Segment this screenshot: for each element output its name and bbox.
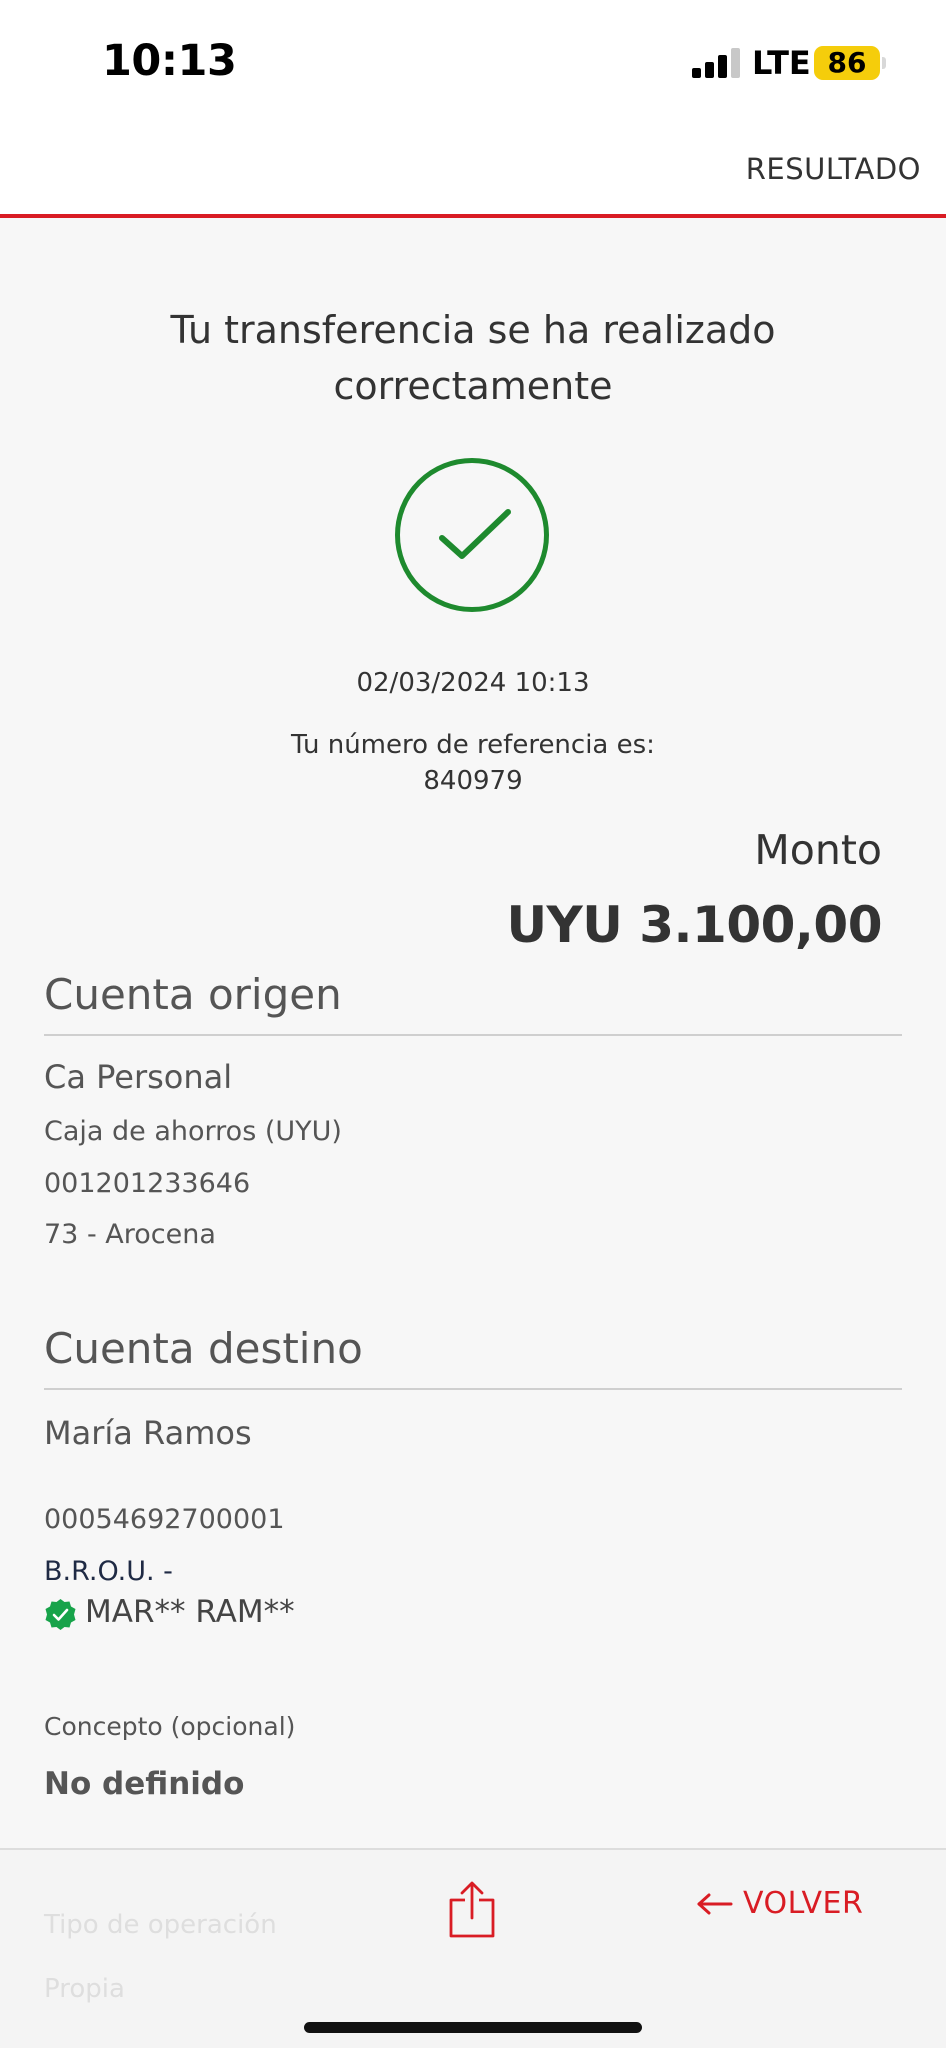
amount-value: UYU 3.100,00 [506,896,882,954]
origin-account-type: Caja de ahorros (UYU) [44,1116,342,1147]
origin-account-name: Ca Personal [44,1058,233,1096]
destination-holder: MAR** RAM** [85,1594,295,1630]
success-message: Tu transferencia se ha realizado correct… [170,308,776,408]
concept-value: No definido [44,1766,245,1802]
operation-type-value: Propia [44,1974,125,2004]
reference-label: Tu número de referencia es: [291,730,655,760]
result-content: Tu transferencia se ha realizado correct… [0,222,946,1848]
destination-section-title: Cuenta destino [44,1324,363,1373]
share-icon [449,1881,495,1938]
destination-bank: B.R.O.U. - [44,1556,173,1587]
back-button[interactable]: VOLVER [697,1886,863,1921]
status-time: 10:13 [102,36,237,86]
destination-account-name: María Ramos [44,1414,252,1452]
origin-account-number: 001201233646 [44,1168,251,1199]
status-bar: 10:13 LTE 86 [0,0,946,120]
arrow-left-icon [697,1893,733,1914]
verified-icon [45,1599,76,1630]
network-type: LTE [752,44,811,82]
battery-icon: 86 [814,46,880,80]
amount-label: Monto [754,826,882,874]
share-button[interactable] [447,1880,497,1940]
home-indicator[interactable] [304,2022,642,2033]
battery-nub [882,57,886,69]
origin-branch: 73 - Arocena [44,1219,216,1250]
operation-type-label: Tipo de operación [44,1910,277,1940]
transaction-datetime: 02/03/2024 10:13 [356,668,590,698]
origin-divider [44,1034,902,1036]
signal-icon [692,48,740,78]
bottom-action-bar: Tipo de operación Propia VOLVER [0,1848,946,2048]
back-button-label: VOLVER [743,1886,864,1921]
destination-account-number: 00054692700001 [44,1504,285,1535]
destination-divider [44,1388,902,1390]
origin-section-title: Cuenta origen [44,970,342,1019]
page-header: RESULTADO [0,120,946,218]
page-title: RESULTADO [745,152,921,186]
reference-number: 840979 [423,766,523,796]
concept-label: Concepto (opcional) [44,1712,296,1741]
check-circle-icon [395,458,549,612]
